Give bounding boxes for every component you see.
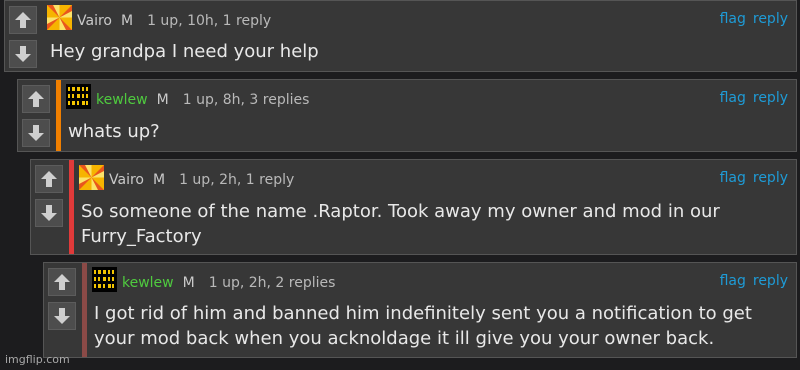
username-link[interactable]: kewlew — [122, 275, 174, 291]
downvote-button[interactable] — [48, 302, 76, 330]
comment-header: kewlew M 1 up, 2h, 2 replies — [122, 272, 335, 291]
upvote-button[interactable] — [48, 268, 76, 296]
reply-link[interactable]: reply — [753, 273, 788, 289]
user-avatar[interactable] — [79, 165, 104, 190]
vote-column — [31, 160, 67, 254]
comment: Vairo M 1 up, 2h, 1 reply flag reply So som… — [30, 159, 797, 255]
reply-link[interactable]: reply — [753, 170, 788, 186]
flag-link[interactable]: flag — [720, 170, 746, 186]
vote-column — [44, 263, 80, 357]
watermark: imgflip.com — [5, 353, 70, 366]
comment-meta: 1 up, 2h, 2 replies — [208, 275, 336, 291]
comment-header: Vairo M 1 up, 2h, 1 reply — [109, 169, 294, 188]
pinwheel-icon — [79, 165, 104, 190]
comment-text: I got rid of him and banned him indefini… — [94, 303, 752, 349]
thread-stripe — [69, 160, 74, 254]
mod-badge: M — [120, 13, 134, 29]
arrow-up-icon — [54, 274, 70, 290]
comment-actions: flag reply — [720, 11, 788, 27]
upvote-button[interactable] — [9, 6, 37, 34]
comment-header: Vairo M 1 up, 10h, 1 reply — [77, 10, 271, 29]
pinwheel-icon — [47, 5, 72, 30]
flag-link[interactable]: flag — [720, 90, 746, 106]
thread-stripe — [56, 80, 61, 151]
binary-icon — [92, 267, 117, 292]
arrow-down-icon — [54, 308, 70, 324]
mod-badge: M — [152, 172, 166, 188]
mod-badge: M — [156, 92, 169, 108]
comment-text: whats up? — [68, 121, 160, 142]
downvote-button[interactable] — [35, 199, 63, 227]
flag-link[interactable]: flag — [720, 273, 746, 289]
flag-link[interactable]: flag — [720, 11, 746, 27]
comment-text: So someone of the name .Raptor. Took awa… — [81, 201, 720, 247]
username-link[interactable]: Vairo — [77, 13, 112, 29]
downvote-button[interactable] — [22, 119, 50, 147]
user-avatar[interactable] — [92, 267, 117, 292]
comment-actions: flag reply — [720, 273, 788, 289]
comment-meta: 1 up, 2h, 1 reply — [179, 172, 295, 188]
reply-link[interactable]: reply — [753, 90, 788, 106]
user-avatar[interactable] — [66, 84, 91, 109]
arrow-down-icon — [41, 205, 57, 221]
comment-meta: 1 up, 8h, 3 replies — [182, 92, 310, 108]
comment-header: kewlew M 1 up, 8h, 3 replies — [96, 89, 309, 108]
username-link[interactable]: kewlew — [96, 92, 148, 108]
mod-badge: M — [182, 275, 195, 291]
user-avatar[interactable] — [47, 5, 72, 30]
comment: kewlew M 1 up, 8h, 3 replies flag reply wha… — [17, 79, 797, 152]
vote-column — [18, 80, 54, 151]
comment: kewlew M 1 up, 2h, 2 replies flag reply I g… — [43, 262, 797, 358]
thread-stripe — [82, 263, 87, 357]
arrow-up-icon — [28, 91, 44, 107]
comment-actions: flag reply — [720, 170, 788, 186]
username-link[interactable]: Vairo — [109, 172, 144, 188]
upvote-button[interactable] — [22, 85, 50, 113]
arrow-down-icon — [28, 125, 44, 141]
comment-text: Hey grandpa I need your help — [50, 41, 319, 62]
vote-column — [5, 1, 41, 71]
binary-icon — [66, 84, 91, 109]
comment: Vairo M 1 up, 10h, 1 reply flag reply Hey g… — [4, 0, 797, 72]
arrow-down-icon — [15, 46, 31, 62]
reply-link[interactable]: reply — [753, 11, 788, 27]
downvote-button[interactable] — [9, 40, 37, 68]
comment-actions: flag reply — [720, 90, 788, 106]
upvote-button[interactable] — [35, 165, 63, 193]
comment-meta: 1 up, 10h, 1 reply — [147, 13, 272, 29]
arrow-up-icon — [41, 171, 57, 187]
arrow-up-icon — [15, 12, 31, 28]
